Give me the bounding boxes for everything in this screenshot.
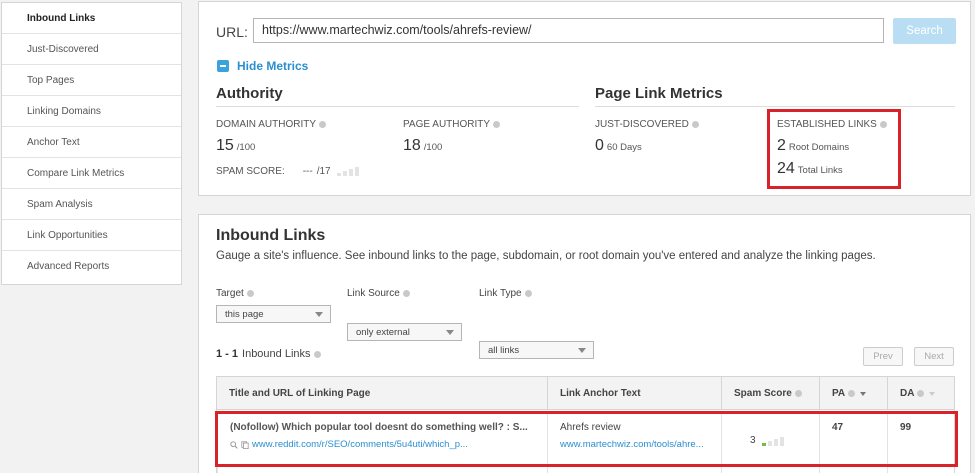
highlight-box — [215, 411, 958, 467]
result-range: 1 - 1 — [216, 348, 239, 360]
inbound-links-description: Gauge a site's influence. See inbound li… — [216, 250, 876, 262]
sidebar-item-top-pages[interactable]: Top Pages — [2, 65, 181, 96]
chevron-down-icon — [446, 330, 454, 335]
sidebar-item-inbound-links[interactable]: Inbound Links — [2, 3, 181, 34]
prev-button[interactable]: Prev — [863, 347, 903, 366]
filter-link-type-label-text: Link Type — [479, 288, 522, 299]
spam-bar — [342, 171, 347, 176]
link-source-select-value: only external — [356, 327, 410, 338]
just-discovered-unit: 60 Days — [606, 142, 642, 153]
page-link-metrics-title: Page Link Metrics — [595, 85, 723, 102]
filter-link-type-label: Link Type — [479, 288, 532, 299]
col-header-da-text: DA — [900, 388, 915, 399]
col-header-pa-text: PA — [832, 388, 846, 399]
page-authority-number: 18 — [403, 137, 421, 154]
help-icon[interactable] — [524, 290, 532, 297]
help-icon[interactable] — [246, 290, 254, 297]
col-header-pa[interactable]: PA — [819, 377, 887, 410]
domain-authority-value: 15 /100 — [216, 137, 255, 155]
domain-authority-number: 15 — [216, 137, 234, 154]
spam-score-label: SPAM SCORE: — [216, 166, 285, 177]
sort-icon — [929, 391, 936, 396]
highlight-box — [767, 109, 901, 189]
help-icon[interactable] — [691, 121, 699, 128]
sidebar-item-just-discovered[interactable]: Just-Discovered — [2, 34, 181, 65]
target-select-value: this page — [225, 309, 264, 320]
domain-authority-label: DOMAIN AUTHORITY — [216, 119, 327, 130]
domain-authority-max: /100 — [236, 142, 256, 153]
chevron-down-icon — [578, 348, 586, 353]
hide-metrics-toggle[interactable]: Hide Metrics — [217, 59, 308, 73]
link-type-select-value: all links — [488, 345, 520, 356]
target-select[interactable]: this page — [216, 305, 331, 323]
filter-target-label: Target — [216, 288, 254, 299]
inbound-links-title: Inbound Links — [216, 227, 326, 244]
help-icon[interactable] — [917, 390, 925, 397]
help-icon[interactable] — [493, 121, 501, 128]
sidebar-item-advanced-reports[interactable]: Advanced Reports — [2, 251, 181, 282]
sidebar-nav: Inbound Links Just-Discovered Top Pages … — [1, 2, 182, 285]
page-authority-label: PAGE AUTHORITY — [403, 119, 501, 130]
help-icon[interactable] — [794, 390, 802, 397]
chevron-down-icon — [315, 312, 323, 317]
authority-title: Authority — [216, 85, 283, 102]
col-header-title-url-text: Title and URL of Linking Page — [229, 388, 371, 399]
sidebar-item-link-opportunities[interactable]: Link Opportunities — [2, 220, 181, 251]
link-type-select[interactable]: all links — [479, 341, 594, 359]
sidebar-item-compare-link-metrics[interactable]: Compare Link Metrics — [2, 158, 181, 189]
spam-score-row: SPAM SCORE: --- /17 — [216, 166, 359, 177]
url-label: URL: — [216, 24, 248, 40]
sidebar-item-spam-analysis[interactable]: Spam Analysis — [2, 189, 181, 220]
search-button[interactable]: Search — [893, 18, 956, 44]
result-count-label: Inbound Links — [242, 348, 311, 360]
col-header-da[interactable]: DA — [887, 377, 956, 410]
col-header-spam-score-text: Spam Score — [734, 388, 792, 399]
metrics-panel: URL: https://www.martechwiz.com/tools/ah… — [198, 1, 971, 196]
col-header-anchor-text: Link Anchor Text — [560, 388, 641, 399]
spam-score-max: /17 — [316, 166, 331, 177]
spam-bar — [336, 173, 341, 176]
spam-bar — [354, 167, 359, 176]
spam-score-value: --- — [302, 166, 313, 177]
sidebar-item-linking-domains[interactable]: Linking Domains — [2, 96, 181, 127]
help-icon[interactable] — [313, 350, 321, 358]
page-link-divider — [595, 106, 955, 107]
col-header-spam-score[interactable]: Spam Score — [721, 377, 819, 410]
inbound-links-panel: Inbound Links Gauge a site's influence. … — [198, 214, 971, 473]
domain-authority-label-text: DOMAIN AUTHORITY — [216, 119, 317, 130]
spam-score-bars — [336, 167, 359, 176]
just-discovered-number: 0 — [595, 137, 604, 154]
link-source-select[interactable]: only external — [347, 323, 462, 341]
page-authority-value: 18 /100 — [403, 137, 442, 155]
spam-bar — [348, 169, 353, 176]
just-discovered-label-text: JUST-DISCOVERED — [595, 119, 689, 130]
page-authority-label-text: PAGE AUTHORITY — [403, 119, 491, 130]
filter-link-source-label-text: Link Source — [347, 288, 400, 299]
next-button[interactable]: Next — [914, 347, 954, 366]
just-discovered-value: 0 60 Days — [595, 137, 642, 155]
help-icon[interactable] — [319, 121, 327, 128]
authority-divider — [216, 106, 579, 107]
page-authority-max: /100 — [423, 142, 443, 153]
result-count: 1 - 1 Inbound Links — [216, 348, 321, 360]
col-header-title-url[interactable]: Title and URL of Linking Page — [217, 377, 547, 410]
collapse-icon — [217, 60, 229, 72]
help-icon[interactable] — [848, 390, 856, 397]
help-icon[interactable] — [402, 290, 410, 297]
filter-link-source-label: Link Source — [347, 288, 410, 299]
sidebar-item-anchor-text[interactable]: Anchor Text — [2, 127, 181, 158]
col-header-anchor[interactable]: Link Anchor Text — [547, 377, 721, 410]
filter-target-label-text: Target — [216, 288, 244, 299]
table-header: Title and URL of Linking Page Link Ancho… — [217, 377, 954, 410]
url-input[interactable]: https://www.martechwiz.com/tools/ahrefs-… — [253, 18, 884, 43]
hide-metrics-label: Hide Metrics — [237, 59, 309, 73]
just-discovered-label: JUST-DISCOVERED — [595, 119, 699, 130]
sort-desc-icon — [860, 391, 867, 396]
